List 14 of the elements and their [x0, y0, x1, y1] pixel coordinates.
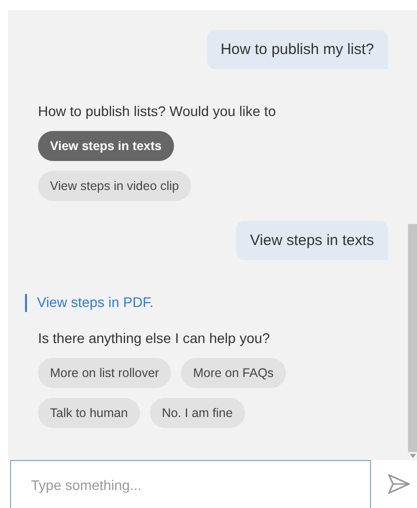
- user-message: How to publish my list?: [206, 30, 388, 69]
- message-input[interactable]: Type something...: [10, 460, 371, 508]
- reply-chip[interactable]: More on list rollover: [38, 358, 172, 388]
- pdf-link[interactable]: View steps in PDF.: [37, 294, 154, 310]
- scrollbar[interactable]: [408, 10, 417, 460]
- reply-chip[interactable]: View steps in texts: [38, 131, 174, 161]
- reply-chip[interactable]: No. I am fine: [150, 398, 245, 428]
- bot-message: How to publish lists? Would you like to: [38, 103, 277, 119]
- reply-chip[interactable]: Talk to human: [38, 398, 140, 428]
- reply-chip[interactable]: More on FAQs: [181, 358, 286, 388]
- send-icon[interactable]: [387, 473, 411, 495]
- reply-chip[interactable]: View steps in video clip: [38, 171, 192, 201]
- bot-message: Is there anything else I can help you?: [38, 330, 271, 346]
- user-message: View steps in texts: [236, 221, 388, 260]
